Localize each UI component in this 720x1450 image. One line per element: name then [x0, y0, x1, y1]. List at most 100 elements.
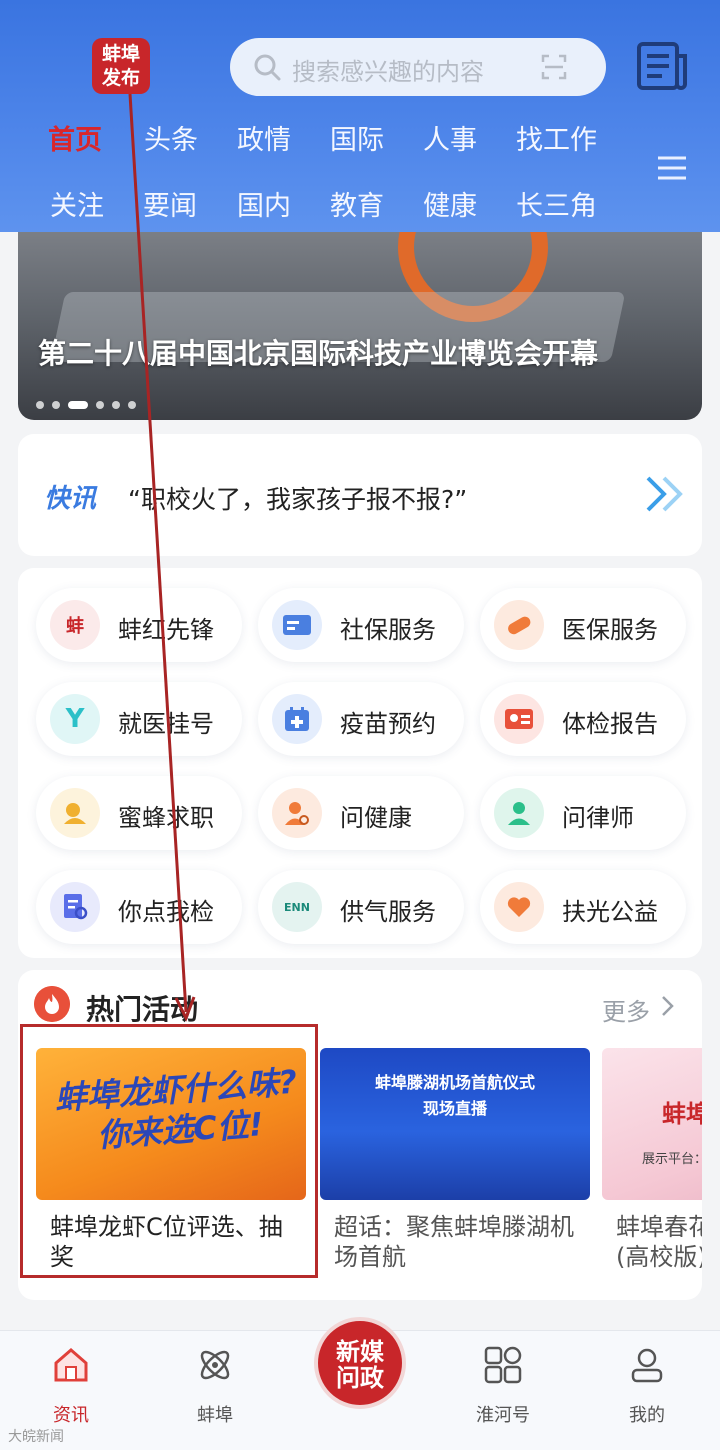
logo-line1: 蚌埠: [101, 43, 140, 65]
tab-follow[interactable]: 关注: [50, 184, 104, 223]
nav-me[interactable]: 我的: [592, 1345, 702, 1435]
service-hospital-registration[interactable]: Y 就医挂号: [36, 682, 242, 756]
more-link[interactable]: 更多: [602, 992, 650, 1027]
activity-card-spring-flowers[interactable]: 蚌埠 展示平台：蚌埠 蚌埠春花(高校版): [602, 1048, 702, 1288]
service-label: 问健康: [340, 804, 412, 832]
newspaper-icon[interactable]: [634, 38, 690, 94]
social-security-card-icon: [272, 600, 322, 650]
service-label: 问律师: [562, 804, 634, 832]
logo-line2: 发布: [101, 67, 140, 89]
bee-job-icon: [50, 788, 100, 838]
activity-title: 蚌埠春花(高校版): [616, 1213, 702, 1271]
banner-dot[interactable]: [112, 400, 120, 409]
tab-important-news[interactable]: 要闻: [143, 184, 197, 223]
tab-home[interactable]: 首页: [48, 118, 102, 157]
service-label: 蚌红先锋: [118, 616, 214, 644]
tab-headlines[interactable]: 头条: [144, 118, 198, 157]
service-charity[interactable]: 扶光公益: [480, 870, 686, 944]
service-bang-hong-pioneer[interactable]: 蚌 蚌红先锋: [36, 588, 242, 662]
service-label: 你点我检: [118, 898, 214, 926]
service-vaccine-appointment[interactable]: 疫苗预约: [258, 682, 464, 756]
fire-icon: [34, 986, 70, 1022]
enn-gas-logo-icon: ENN: [272, 882, 322, 932]
nav-label: 蚌埠: [197, 1405, 233, 1426]
app-logo[interactable]: 蚌埠 发布: [92, 38, 150, 94]
pill-icon: [494, 600, 544, 650]
banner-dot-active[interactable]: [68, 400, 88, 409]
banner-dot[interactable]: [128, 400, 136, 409]
nav-label: 淮河号: [476, 1405, 530, 1426]
apps-grid-icon: [484, 1346, 522, 1384]
tab-personnel[interactable]: 人事: [423, 118, 477, 157]
service-label: 就医挂号: [118, 710, 214, 738]
service-label: 供气服务: [340, 898, 436, 926]
flash-news-tag: 快讯: [44, 484, 97, 514]
tab-education[interactable]: 教育: [330, 184, 384, 223]
banner-pagination: [36, 394, 144, 413]
banner-dot[interactable]: [52, 400, 60, 409]
thumbnail-subtext: 展示平台：蚌埠: [642, 1152, 702, 1167]
service-medical-insurance[interactable]: 医保服务: [480, 588, 686, 662]
nav-label: 我的: [629, 1405, 665, 1426]
header: 蚌埠 发布 搜索感兴趣的内容 首页 头条 政情 国际 人事 找工作 关注 要闻 …: [0, 0, 720, 232]
annotation-highlight-box: [20, 1024, 318, 1278]
tab-domestic[interactable]: 国内: [237, 184, 291, 223]
service-label: 扶光公益: [562, 898, 658, 926]
flash-news-text[interactable]: “职校火了，我家孩子报不报?”: [128, 480, 467, 516]
search-bar[interactable]: 搜索感兴趣的内容: [230, 38, 606, 96]
watermark: 大皖新闻: [8, 1429, 64, 1445]
banner-dot[interactable]: [96, 400, 104, 409]
service-label: 疫苗预约: [340, 710, 436, 738]
new-media-inquiry-button[interactable]: 新媒 问政: [314, 1317, 406, 1409]
nav-label: 资讯: [53, 1405, 89, 1426]
flash-news[interactable]: 快讯 “职校火了，我家孩子报不报?”: [18, 434, 702, 556]
tab-politics[interactable]: 政情: [237, 118, 291, 157]
tab-jobs[interactable]: 找工作: [516, 118, 597, 157]
activity-thumbnail: 蚌埠 展示平台：蚌埠: [602, 1048, 702, 1200]
doctor-search-icon: [272, 788, 322, 838]
service-ask-health[interactable]: 问健康: [258, 776, 464, 850]
lawyer-icon: [494, 788, 544, 838]
activity-thumbnail: 蚌埠滕湖机场首航仪式 现场直播: [320, 1048, 590, 1200]
atom-icon: [200, 1350, 230, 1380]
inspect-document-icon: [50, 882, 100, 932]
headline-banner[interactable]: 第二十八届中国北京国际科技产业博览会开幕: [18, 232, 702, 420]
service-ask-lawyer[interactable]: 问律师: [480, 776, 686, 850]
thumbnail-headline: 蚌埠滕湖机场首航仪式 现场直播: [374, 1073, 535, 1118]
service-gas[interactable]: ENN 供气服务: [258, 870, 464, 944]
user-icon: [631, 1348, 663, 1383]
charity-heart-icon: [494, 882, 544, 932]
tab-yangtze-delta[interactable]: 长三角: [516, 184, 597, 223]
menu-icon[interactable]: [656, 152, 688, 184]
double-chevron-right-icon[interactable]: [642, 474, 686, 514]
search-icon: [254, 54, 281, 81]
y-hospital-icon: Y: [50, 694, 100, 744]
service-label: 蜜蜂求职: [118, 804, 214, 832]
nav-bengbu[interactable]: 蚌埠: [160, 1345, 270, 1435]
service-inspect[interactable]: 你点我检: [36, 870, 242, 944]
tab-international[interactable]: 国际: [330, 118, 384, 157]
services-grid: 蚌 蚌红先锋 社保服务 医保服务 Y 就医挂号 疫苗预约 体检报告 蜜蜂求职 问…: [18, 568, 702, 958]
nav-huaihe[interactable]: 淮河号: [448, 1345, 558, 1435]
tab-health[interactable]: 健康: [423, 184, 477, 223]
service-social-security[interactable]: 社保服务: [258, 588, 464, 662]
chevron-right-icon[interactable]: [660, 994, 676, 1018]
service-checkup-report[interactable]: 体检报告: [480, 682, 686, 756]
id-card-icon: [494, 694, 544, 744]
search-input[interactable]: 搜索感兴趣的内容: [292, 52, 484, 87]
service-bee-jobs[interactable]: 蜜蜂求职: [36, 776, 242, 850]
thumbnail-headline: 蚌埠: [662, 1100, 702, 1128]
activity-title: 超话：聚焦蚌埠滕湖机场首航: [334, 1213, 574, 1271]
channel-tabs-row1: 首页 头条 政情 国际 人事 找工作: [0, 118, 720, 168]
scan-icon[interactable]: [540, 53, 568, 81]
activity-card-airport[interactable]: 蚌埠滕湖机场首航仪式 现场直播 超话：聚焦蚌埠滕湖机场首航: [320, 1048, 590, 1288]
banner-dot[interactable]: [36, 400, 44, 409]
channel-tabs-row2: 关注 要闻 国内 教育 健康 长三角: [0, 184, 720, 234]
service-label: 体检报告: [562, 710, 658, 738]
bang-hong-logo-icon: 蚌: [50, 600, 100, 650]
service-label: 医保服务: [562, 616, 658, 644]
bottom-nav: 资讯 蚌埠 新媒 问政 淮河号 我的: [0, 1317, 720, 1450]
service-label: 社保服务: [340, 616, 436, 644]
nav-news[interactable]: 资讯: [16, 1345, 126, 1435]
hot-activities-title: 热门活动: [86, 993, 199, 1026]
